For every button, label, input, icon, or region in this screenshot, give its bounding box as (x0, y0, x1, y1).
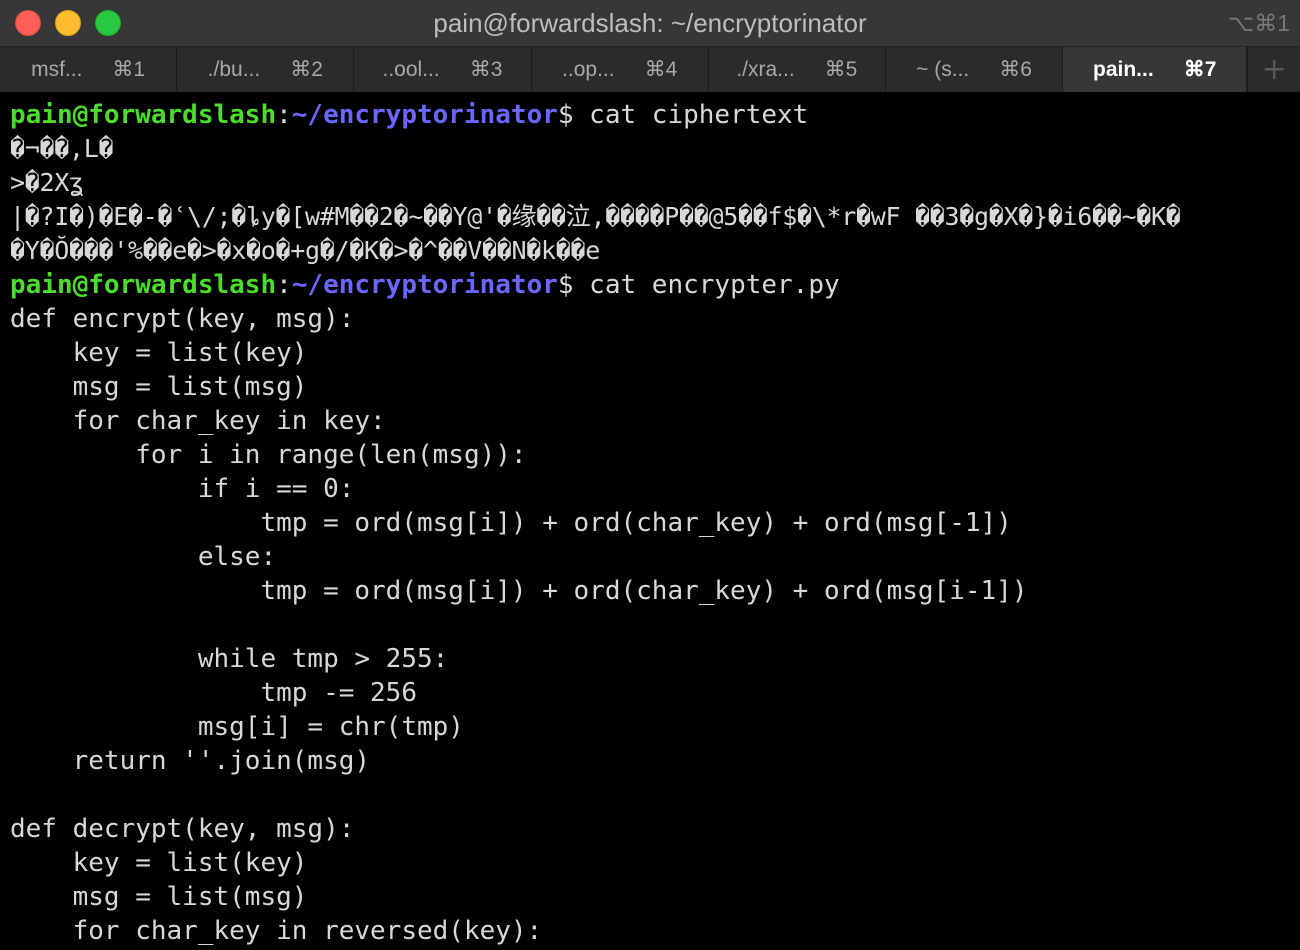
output-line: |�?I�)�E�-�ʿ\/;�ȴy�[w#M��2�~��Y@'�缘��泣,�… (10, 202, 1181, 231)
code-line: tmp = ord(msg[i]) + ord(char_key) + ord(… (10, 508, 1012, 538)
tab-bar: msf... ⌘1 ./bu... ⌘2 ..ool... ⌘3 ..op...… (0, 46, 1300, 92)
prompt-user-host: pain@forwardslash (10, 100, 277, 130)
tab-label: ..op... (562, 57, 615, 81)
tab-label: ~ (s... (916, 57, 970, 81)
command-text: cat encrypter.py (573, 270, 840, 300)
tab-shortcut: ⌘6 (999, 58, 1032, 81)
tab-label: pain... (1093, 57, 1154, 81)
terminal-window: pain@forwardslash: ~/encryptorinator × −… (0, 0, 1300, 950)
tab-label: ..ool... (382, 57, 440, 81)
output-line: >�2Xʓ (10, 168, 84, 197)
code-line: def decrypt(key, msg): (10, 814, 355, 844)
code-line: if i == 0: (10, 474, 355, 504)
tab-shortcut: ⌘1 (112, 58, 146, 81)
prompt-line: pain@forwardslash:~/encryptorinator$ cat… (10, 98, 1300, 132)
code-line: for i in range(len(msg)): (10, 440, 527, 470)
prompt-path: ~/encryptorinator (291, 100, 558, 130)
code-line: tmp -= 256 (10, 678, 417, 708)
tab-shortcut: ⌘3 (469, 58, 503, 81)
code-line: tmp = ord(msg[i]) + ord(char_key) + ord(… (10, 576, 1028, 606)
maximize-button[interactable]: + (95, 10, 121, 36)
tab-label: ./bu... (207, 57, 261, 81)
tab-shortcut: ⌘4 (644, 58, 678, 81)
code-line: for char_key in reversed(key): (10, 916, 543, 946)
tab-shortcut: ⌘2 (290, 58, 323, 81)
prompt-dollar: $ (557, 100, 574, 130)
code-line: else: (10, 542, 277, 572)
tab-7-active[interactable]: pain... ⌘7 (1063, 47, 1248, 92)
tab-label: msf... (31, 57, 83, 81)
tab-5[interactable]: ./xra... ⌘5 (709, 47, 886, 92)
tab-2[interactable]: ./bu... ⌘2 (177, 47, 355, 92)
code-line: msg[i] = chr(tmp) (10, 712, 464, 742)
code-line: def encrypt(key, msg): (10, 304, 355, 334)
close-button[interactable]: × (15, 10, 41, 36)
prompt-path: ~/encryptorinator (291, 270, 558, 300)
code-line: for char_key in key: (10, 406, 386, 436)
code-line: key = list(key) (10, 848, 308, 878)
tab-shortcut: ⌘7 (1183, 58, 1217, 81)
prompt-dollar: $ (557, 270, 574, 300)
code-line: msg = list(msg) (10, 372, 308, 402)
plus-icon: + (1261, 52, 1287, 87)
output-line: �Y�Ŏ���'%��e�>�x�o�+g�/�K�>�^��V��N�k��e (10, 236, 601, 265)
tab-4[interactable]: ..op... ⌘4 (532, 47, 709, 92)
tab-3[interactable]: ..ool... ⌘3 (354, 47, 532, 92)
code-line: key = list(key) (10, 338, 308, 368)
output-line: �¬��,L� (10, 134, 114, 163)
prompt-colon: : (276, 100, 292, 130)
window-shortcut: ⌥⌘1 (1227, 10, 1290, 36)
terminal-output[interactable]: pain@forwardslash:~/encryptorinator$ cat… (0, 92, 1300, 950)
tab-label: ./xra... (736, 57, 795, 81)
minimize-button[interactable]: − (55, 10, 81, 36)
prompt-user-host: pain@forwardslash (10, 270, 277, 300)
prompt-colon: : (276, 270, 292, 300)
code-line: while tmp > 255: (10, 644, 449, 674)
window-title: pain@forwardslash: ~/encryptorinator (433, 8, 867, 38)
prompt-line: pain@forwardslash:~/encryptorinator$ cat… (10, 268, 1300, 302)
tab-6[interactable]: ~ (s... ⌘6 (886, 47, 1064, 92)
new-tab-button[interactable]: + (1247, 47, 1300, 92)
command-text: cat ciphertext (573, 100, 809, 130)
tab-shortcut: ⌘5 (824, 58, 858, 81)
code-line: return ''.join(msg) (10, 746, 371, 776)
title-bar[interactable]: pain@forwardslash: ~/encryptorinator × −… (0, 0, 1300, 46)
code-line: msg = list(msg) (10, 882, 308, 912)
tab-1[interactable]: msf... ⌘1 (0, 47, 178, 92)
